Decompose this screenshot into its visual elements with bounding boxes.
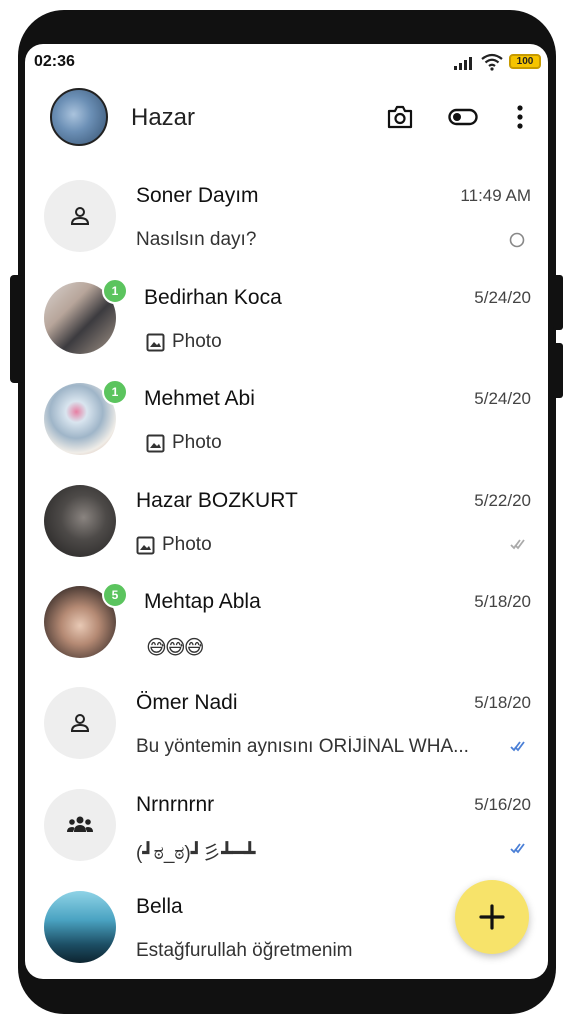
chat-preview: Estağfurullah öğretmenim [136, 940, 353, 961]
chat-name: Mehtap Abla [144, 590, 261, 613]
page-title: Hazar [131, 104, 196, 131]
chat-date: 5/22/20 [474, 491, 531, 510]
chat-preview: Photo [146, 432, 222, 454]
phone-volume-up [553, 275, 563, 330]
chat-row[interactable]: Nrnrnrnr 5/16/20 (┛ಠ_ಠ)┛彡┻━┻ [25, 780, 548, 882]
pending-icon [509, 232, 525, 248]
chat-date: 5/18/20 [474, 592, 531, 611]
toggle-icon[interactable] [446, 100, 480, 134]
read-receipt-icon [510, 741, 525, 752]
chat-preview: Nasılsın dayı? [136, 229, 257, 250]
chat-name: Bedirhan Koca [144, 286, 282, 309]
photo-icon [136, 536, 155, 554]
photo-icon [146, 434, 165, 452]
app-screen: 02:36 100 Hazar Soner Dayım 11:49 AM Nas… [25, 44, 548, 979]
group-icon [44, 789, 116, 861]
profile-avatar[interactable] [50, 88, 108, 146]
person-icon [44, 687, 116, 759]
chat-date: 5/24/20 [474, 389, 531, 408]
chat-preview: Bu yöntemin aynısını ORİJİNAL WHA... [136, 736, 469, 757]
chat-row[interactable]: Ömer Nadi 5/18/20 Bu yöntemin aynısını O… [25, 678, 548, 780]
chat-row[interactable]: 1 Mehmet Abi 5/24/20 Photo [25, 374, 548, 476]
chat-row[interactable]: Soner Dayım 11:49 AM Nasılsın dayı? [25, 171, 548, 273]
chat-name: Ömer Nadi [136, 691, 238, 714]
avatar [44, 485, 116, 557]
chat-preview: 😅😅😅 [146, 637, 203, 659]
photo-icon [146, 333, 165, 351]
chat-date: 5/18/20 [474, 693, 531, 712]
read-receipt-icon [510, 843, 525, 854]
chat-preview: Photo [136, 534, 212, 556]
chat-row[interactable]: 5 Mehtap Abla 5/18/20 😅😅😅 [25, 577, 548, 679]
plus-icon [479, 904, 505, 930]
chat-row[interactable]: 1 Bedirhan Koca 5/24/20 Photo [25, 273, 548, 375]
camera-icon[interactable] [383, 100, 417, 134]
more-options-icon[interactable] [503, 100, 537, 134]
unread-badge: 1 [102, 379, 128, 405]
person-icon [44, 180, 116, 252]
chat-name: Hazar BOZKURT [136, 489, 298, 512]
app-header: Hazar [25, 80, 548, 172]
avatar [44, 891, 116, 963]
chat-name: Soner Dayım [136, 184, 259, 207]
chat-preview: Photo [146, 331, 222, 353]
unread-badge: 5 [102, 582, 128, 608]
chat-row[interactable]: Hazar BOZKURT 5/22/20 Photo [25, 476, 548, 578]
chat-date: 11:49 AM [460, 186, 531, 205]
chat-name: Mehmet Abi [144, 387, 255, 410]
unread-badge: 1 [102, 278, 128, 304]
new-chat-button[interactable] [455, 880, 529, 954]
chat-date: 5/16/20 [474, 795, 531, 814]
status-bar: 02:36 100 [25, 44, 548, 80]
chat-name: Bella [136, 895, 183, 918]
chat-date: 5/24/20 [474, 288, 531, 307]
phone-side-button [10, 275, 24, 383]
chat-name: Nrnrnrnr [136, 793, 215, 816]
status-time: 02:36 [34, 53, 75, 70]
signal-icon [454, 57, 472, 70]
wifi-icon [481, 53, 503, 71]
battery-icon: 100 [509, 54, 541, 69]
delivered-icon [510, 539, 525, 550]
phone-volume-down [553, 343, 563, 398]
chat-preview: (┛ಠ_ಠ)┛彡┻━┻ [136, 843, 256, 864]
